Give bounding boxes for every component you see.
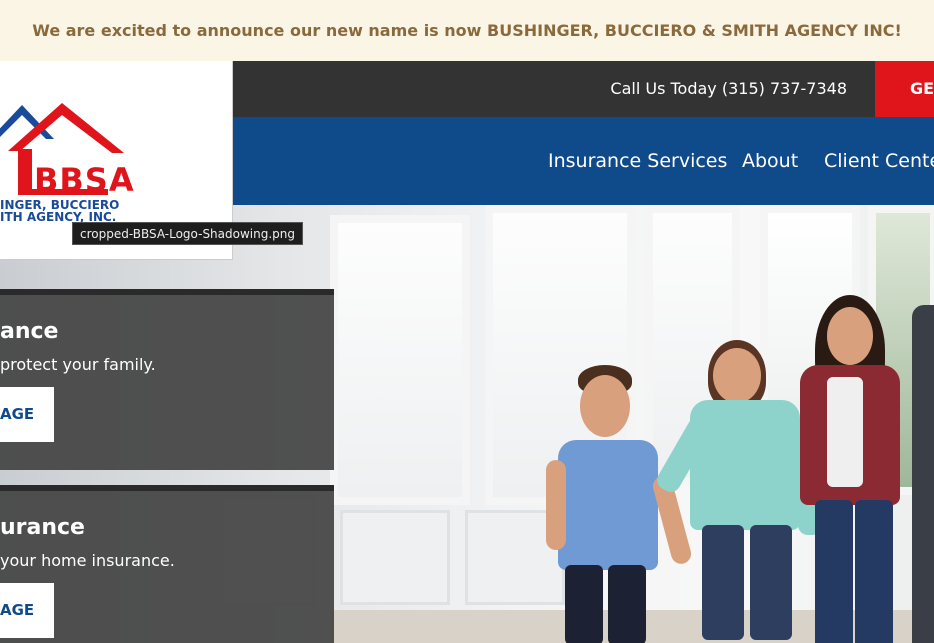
panel-button[interactable]: AGE (0, 583, 54, 638)
promo-panel-family: ance protect your family. AGE (0, 289, 334, 470)
panel-title: urance (0, 515, 85, 540)
announcement-bar: We are excited to announce our new name … (0, 0, 934, 61)
wall-panel (340, 510, 450, 605)
panel-subtitle: your home insurance. (0, 551, 175, 570)
get-quote-button[interactable]: GET (875, 61, 934, 117)
nav-item-about[interactable]: About (742, 117, 798, 205)
phone-link[interactable]: Call Us Today (315) 737-7348 (610, 61, 847, 117)
promo-panel-home: urance your home insurance. AGE (0, 485, 334, 643)
announcement-text: We are excited to announce our new name … (32, 21, 902, 40)
window (330, 215, 470, 505)
panel-title: ance (0, 319, 59, 344)
logo-initials: BBSA (34, 161, 135, 199)
nav-item-insurance-services[interactable]: Insurance Services (548, 117, 727, 205)
panel-subtitle: protect your family. (0, 355, 156, 374)
panel-button[interactable]: AGE (0, 387, 54, 442)
image-tooltip: cropped-BBSA-Logo-Shadowing.png (72, 222, 304, 245)
nav-item-client-center[interactable]: Client Center (824, 117, 934, 205)
